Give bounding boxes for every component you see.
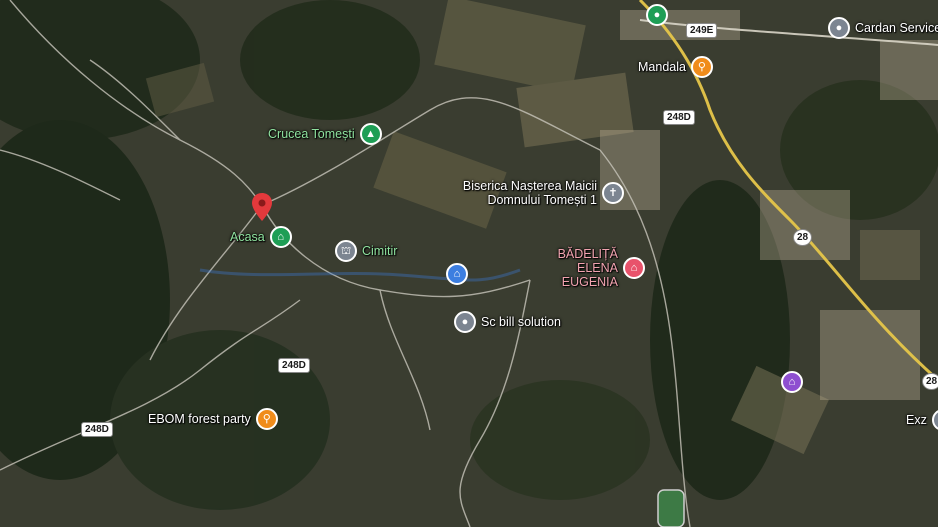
route-shield-248d: 248D (663, 110, 695, 125)
cemetery-icon: ⛫ (335, 240, 357, 262)
place-crucea-tomesti[interactable]: ▲ Crucea Tomești (268, 123, 382, 145)
place-label: Biserica Nașterea Maicii Domnului Tomeșt… (462, 179, 597, 207)
route-shield-249e: 249E (686, 23, 718, 38)
route-shield-248d: 248D (278, 358, 310, 373)
place-label: BĂDELIȚĂ ELENA EUGENIA (557, 247, 618, 289)
place-landmark[interactable]: ⌂ (781, 371, 803, 393)
place-label: Mandala (638, 60, 686, 74)
fork-knife-icon: ⚲ (255, 408, 278, 430)
place-label: EBOM forest party (148, 412, 251, 426)
selected-location-marker[interactable] (252, 193, 272, 221)
place-biserica[interactable]: ✝ Biserica Nașterea Maicii Domnului Tome… (452, 179, 624, 207)
clinic-icon: ⌂ (623, 257, 645, 279)
fork-knife-icon: ⚲ (690, 56, 713, 78)
place-label: Cimitir (362, 244, 398, 258)
place-exz[interactable]: ● Exz (906, 409, 938, 431)
place-pin-icon: ● (454, 311, 476, 333)
place-acasa[interactable]: ⌂ Acasa (230, 226, 292, 248)
route-shield-28: 28 (793, 229, 813, 246)
red-location-pin-icon (252, 193, 272, 221)
satellite-terrain (0, 0, 938, 527)
place-mosque[interactable]: ⌂ (446, 263, 468, 285)
place-green-marker[interactable]: ● (646, 4, 668, 26)
mosque-icon: ⌂ (446, 263, 468, 285)
tree-icon: ▲ (359, 123, 382, 145)
place-label: Crucea Tomești (268, 127, 355, 141)
landmark-icon: ⌂ (781, 371, 803, 393)
route-shield-248d: 248D (81, 422, 113, 437)
place-ebom-forest-party[interactable]: ⚲ EBOM forest party (148, 408, 278, 430)
place-mandala[interactable]: ⚲ Mandala (638, 56, 713, 78)
place-badelita-elena-eugenia[interactable]: ⌂ BĂDELIȚĂ ELENA EUGENIA (518, 247, 645, 289)
place-label: Acasa (230, 230, 265, 244)
green-place-icon: ● (646, 4, 668, 26)
place-cardan-service[interactable]: ● Cardan Service (828, 17, 938, 39)
cross-icon: ✝ (602, 182, 624, 204)
place-label: Cardan Service (855, 21, 938, 35)
place-label: Sc bill solution (481, 315, 561, 329)
picnic-icon: ⌂ (269, 226, 292, 248)
place-cimitir[interactable]: ⛫ Cimitir (335, 240, 397, 262)
place-label: Exz (906, 413, 927, 427)
place-pin-icon: ● (931, 409, 938, 431)
place-sc-bill-solution[interactable]: ● Sc bill solution (454, 311, 561, 333)
route-shield-28: 28 (922, 373, 938, 390)
place-pin-icon: ● (828, 17, 850, 39)
satellite-map[interactable]: 249E 248D 248D 248D 28 28 ● Cardan Servi… (0, 0, 938, 527)
